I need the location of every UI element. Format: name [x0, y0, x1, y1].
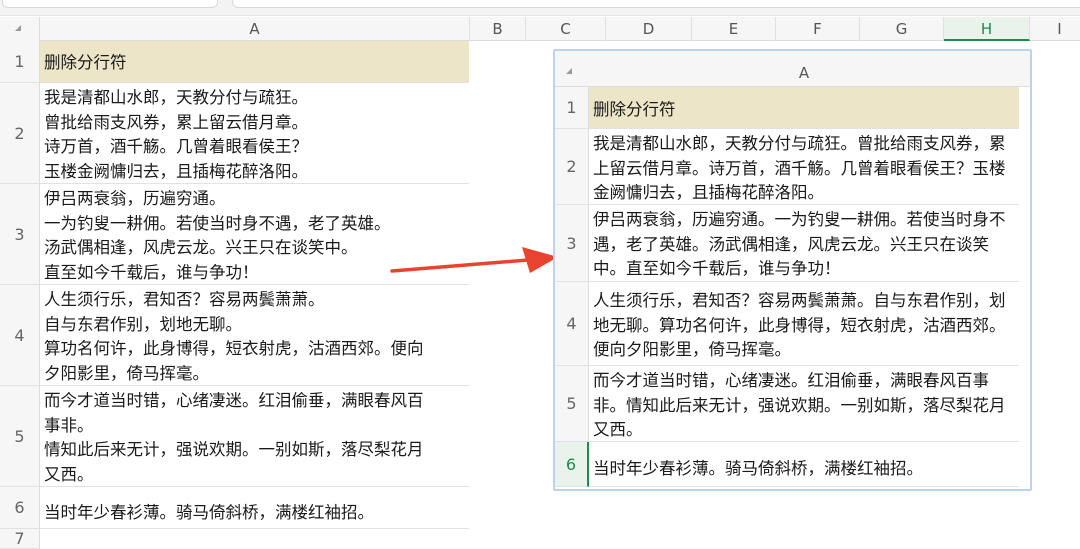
cell-a1[interactable]: 删除分行符 — [40, 41, 469, 83]
cell-a6[interactable]: 当时年少春衫薄。骑马倚斜桥，满楼红袖招。 — [40, 487, 469, 529]
cell-line: 伊吕两衰翁，历遍穷通。 — [44, 189, 226, 208]
row-header-1[interactable]: 1 — [0, 41, 40, 83]
name-box[interactable] — [2, 0, 218, 8]
row-header-6[interactable]: 6 — [0, 487, 40, 529]
column-header-f[interactable]: F — [776, 17, 860, 41]
result-row-header-1[interactable]: 1 — [555, 87, 589, 129]
result-cell-a4[interactable]: 人生须行乐，君知否？容易两鬓萧萧。自与东君作别，划地无聊。算功名何许，此身博得，… — [589, 282, 1019, 366]
cell-line: 人生须行乐，君知否？容易两鬓萧萧。 — [44, 290, 325, 309]
cell-line: 曾批给雨支风券，累上留云借月章。 — [44, 112, 308, 132]
result-column-header-a[interactable]: A — [589, 59, 1019, 87]
result-cell-text: 当时年少春衫薄。骑马倚斜桥，满楼红袖招。 — [593, 459, 923, 478]
column-header-c[interactable]: C — [526, 17, 606, 41]
cell-line: 事非。 — [44, 415, 94, 435]
cell-line: 算功名何许，此身博得，短衣射虎，沽酒西郊。便向 — [44, 339, 424, 358]
cell-line: 情知此后来无计，强说欢期。一别如斯，落尽梨花月 — [44, 440, 424, 459]
result-row-header-5[interactable]: 5 — [555, 366, 589, 442]
result-cell-text: 伊吕两衰翁，历遍穷通。一为钓叟一耕佣。若使当时身不遇，老了英雄。汤武偶相逢，风虎… — [593, 210, 1006, 278]
cell-a2[interactable]: 我是清都山水郎，天教分付与疏狂。 曾批给雨支风券，累上留云借月章。 诗万首，酒千… — [40, 83, 469, 184]
result-row-header-6[interactable]: 6 — [555, 442, 589, 487]
column-header-d[interactable]: D — [606, 17, 692, 41]
result-cell-a1-text: 删除分行符 — [593, 100, 676, 119]
result-row-header-2[interactable]: 2 — [555, 129, 589, 205]
result-cell-text: 我是清都山水郎，天教分付与疏狂。曾批给雨支风券，累上留云借月章。诗万首，酒千觞。… — [593, 134, 1006, 202]
cell-line: 又西。 — [44, 464, 94, 484]
red-arrow-icon — [390, 247, 558, 273]
column-header-g[interactable]: G — [860, 17, 944, 41]
column-header-i[interactable]: I — [1030, 17, 1080, 41]
cell-a4[interactable]: 人生须行乐，君知否？容易两鬓萧萧。 自与东君作别，划地无聊。 算功名何许，此身博… — [40, 285, 469, 386]
cell-a5[interactable]: 而今才道当时错，心绪凄迷。红泪偷垂，满眼春风百 事非。 情知此后来无计，强说欢期… — [40, 386, 469, 487]
result-row-header-3[interactable]: 3 — [555, 205, 589, 282]
result-cell-a3[interactable]: 伊吕两衰翁，历遍穷通。一为钓叟一耕佣。若使当时身不遇，老了英雄。汤武偶相逢，风虎… — [589, 205, 1019, 282]
cell-line: 当时年少春衫薄。骑马倚斜桥，满楼红袖招。 — [44, 503, 374, 522]
result-cell-text: 人生须行乐，君知否？容易两鬓萧萧。自与东君作别，划地无聊。算功名何许，此身博得，… — [593, 291, 1006, 359]
row-header-4[interactable]: 4 — [0, 285, 40, 386]
row-header-3[interactable]: 3 — [0, 184, 40, 285]
select-all-triangle-icon — [566, 68, 572, 74]
cell-line: 我是清都山水郎，天教分付与疏狂。 — [44, 88, 308, 107]
row-header-7[interactable]: 7 — [0, 529, 40, 549]
select-all-triangle-icon — [15, 25, 21, 31]
result-cell-a1[interactable]: 删除分行符 — [589, 87, 1019, 129]
cell-a1-text: 删除分行符 — [44, 53, 127, 72]
row-header-2[interactable]: 2 — [0, 83, 40, 184]
cell-line: 自与东君作别，划地无聊。 — [44, 314, 242, 334]
cell-line: 一为钓叟一耕佣。若使当时身不遇，老了英雄。 — [44, 213, 391, 233]
column-header-a[interactable]: A — [40, 17, 470, 41]
column-header-e[interactable]: E — [692, 17, 776, 41]
cell-line: 玉楼金阙慵归去，且插梅花醉洛阳。 — [44, 161, 308, 181]
cell-line: 而今才道当时错，心绪凄迷。红泪偷垂，满眼春风百 — [44, 391, 424, 410]
cell-line: 夕阳影里，倚马挥毫。 — [44, 363, 209, 383]
row-header-5[interactable]: 5 — [0, 386, 40, 487]
result-row-header-4[interactable]: 4 — [555, 282, 589, 366]
result-cell-a2[interactable]: 我是清都山水郎，天教分付与疏狂。曾批给雨支风券，累上留云借月章。诗万首，酒千觞。… — [589, 129, 1019, 205]
result-cell-a6[interactable]: 当时年少春衫薄。骑马倚斜桥，满楼红袖招。 — [589, 442, 1019, 487]
formula-bar[interactable] — [232, 0, 1080, 8]
result-cell-text: 而今才道当时错，心绪凄迷。红泪偷垂，满眼春风百事非。情知此后来无计，强说欢期。一… — [593, 371, 1006, 439]
result-cell-a5[interactable]: 而今才道当时错，心绪凄迷。红泪偷垂，满眼春风百事非。情知此后来无计，强说欢期。一… — [589, 366, 1019, 442]
column-header-h[interactable]: H — [944, 17, 1030, 41]
result-sheet-panel: A 1 2 3 4 5 6 删除分行符 我是清都山水郎，天教分付与疏狂。曾批给雨… — [553, 49, 1032, 491]
column-header-b[interactable]: B — [470, 17, 526, 41]
cell-line: 诗万首，酒千觞。几曾着眼看侯王？ — [44, 137, 308, 156]
